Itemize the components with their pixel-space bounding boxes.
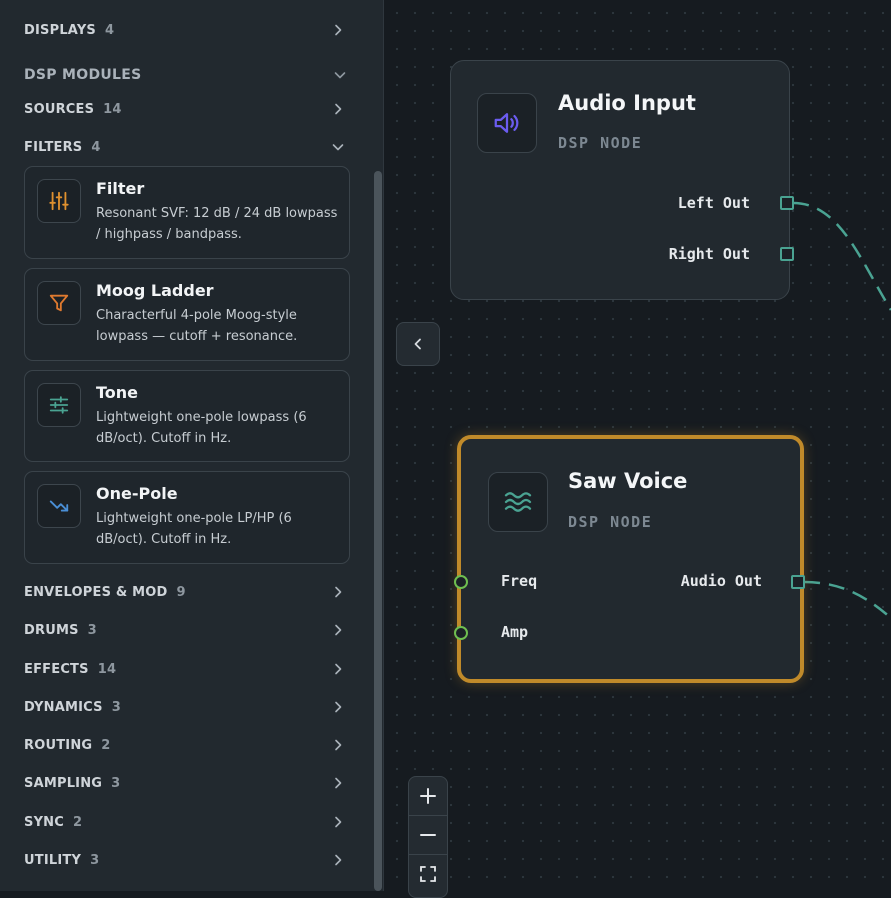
output-port-audio-out[interactable] [791,575,805,589]
category-filters[interactable]: FILTERS 4 [24,136,350,158]
category-count: 14 [103,101,122,117]
port-label-amp: Amp [501,623,529,641]
category-count: 3 [90,852,100,868]
node-subtitle: DSP NODE [568,513,653,531]
node-subtitle: DSP NODE [558,134,643,152]
category-sync[interactable]: SYNC 2 [24,811,350,833]
module-card-tone[interactable]: Tone Lightweight one-pole lowpass (6 dB/… [24,370,350,462]
zoom-in-button[interactable] [409,777,447,815]
category-count: 4 [91,139,101,155]
node-saw-voice[interactable]: Saw Voice DSP NODE Freq Amp Audio Out [457,435,804,683]
category-label: SOURCES [24,101,95,117]
module-card-moog-ladder[interactable]: Moog Ladder Characterful 4-pole Moog-sty… [24,268,350,361]
category-label: DYNAMICS [24,699,103,715]
module-description: Lightweight one-pole LP/HP (6 dB/oct). C… [96,511,292,547]
category-effects[interactable]: EFFECTS 14 [24,658,350,680]
chevron-down-icon [332,144,344,151]
sliders-vertical-icon [37,179,81,223]
port-label-left-out: Left Out [677,194,750,212]
category-dynamics[interactable]: DYNAMICS 3 [24,696,350,718]
category-utility[interactable]: UTILITY 3 [24,849,350,871]
chevron-right-icon [335,663,342,675]
category-label: ROUTING [24,737,93,753]
module-description: Lightweight one-pole lowpass (6 dB/oct).… [96,410,307,446]
zoom-controls [408,776,448,898]
port-label-right-out: Right Out [668,245,750,263]
output-port-right-out[interactable] [780,247,794,261]
category-label: SYNC [24,814,64,830]
port-label-audio-out: Audio Out [680,572,762,590]
node-title: Audio Input [558,91,696,115]
minus-icon [420,834,436,836]
zoom-out-button[interactable] [409,816,447,854]
category-sampling[interactable]: SAMPLING 3 [24,772,350,794]
category-label: DRUMS [24,622,79,638]
sliders-horizontal-icon [37,383,81,427]
trending-down-icon [37,484,81,528]
module-title: Tone [96,383,139,402]
chevron-right-icon [335,777,342,789]
chevron-right-icon [335,701,342,713]
node-audio-input[interactable]: Audio Input DSP NODE Left Out Right Out [450,60,790,300]
category-label: SAMPLING [24,775,103,791]
chevron-right-icon [335,586,342,598]
waves-icon [488,472,548,532]
category-displays[interactable]: DISPLAYS 4 [24,19,350,41]
speaker-icon [477,93,537,153]
category-count: 9 [176,584,186,600]
module-title: Filter [96,179,145,198]
category-count: 2 [101,737,111,753]
category-routing[interactable]: ROUTING 2 [24,734,350,756]
category-envelopes-mod[interactable]: ENVELOPES & MOD 9 [24,581,350,603]
chevron-right-icon [335,24,342,36]
fit-view-icon [420,866,436,882]
category-label: ENVELOPES & MOD [24,584,168,600]
category-count: 4 [105,22,115,38]
chevron-left-icon [414,338,421,350]
section-label: DSP MODULES [24,67,142,83]
module-description: Characterful 4-pole Moog-style lowpass —… [96,308,298,344]
module-title: Moog Ladder [96,281,214,300]
plus-icon [420,788,436,804]
category-count: 3 [111,775,121,791]
category-count: 3 [87,622,97,638]
chevron-right-icon [335,854,342,866]
node-title: Saw Voice [568,469,688,493]
category-label: UTILITY [24,852,82,868]
output-port-left-out[interactable] [780,196,794,210]
category-sources[interactable]: SOURCES 14 [24,98,350,120]
chevron-right-icon [335,624,342,636]
chevron-down-icon [334,72,346,79]
input-port-freq[interactable] [454,575,468,589]
chevron-right-icon [335,103,342,115]
category-count: 14 [97,661,117,677]
module-description: Resonant SVF: 12 dB / 24 dB lowpass / hi… [96,206,338,242]
category-label: EFFECTS [24,661,89,677]
category-count: 2 [73,814,83,830]
module-title: One-Pole [96,484,178,503]
category-label: FILTERS [24,139,83,155]
module-sidebar: DISPLAYS 4 DSP MODULES SOURCES 14 FILTER… [0,0,384,891]
sidebar-scrollbar-thumb[interactable] [374,171,382,891]
collapse-sidebar-button[interactable] [396,322,440,366]
category-label: DISPLAYS [24,22,96,38]
module-card-filter[interactable]: Filter Resonant SVF: 12 dB / 24 dB lowpa… [24,166,350,259]
funnel-icon [37,281,81,325]
category-count: 3 [111,699,121,715]
fit-view-button[interactable] [409,855,447,893]
chevron-right-icon [335,816,342,828]
port-label-freq: Freq [501,572,538,590]
category-drums[interactable]: DRUMS 3 [24,619,350,641]
chevron-right-icon [335,739,342,751]
input-port-amp[interactable] [454,626,468,640]
module-card-one-pole[interactable]: One-Pole Lightweight one-pole LP/HP (6 d… [24,471,350,564]
section-dsp-modules[interactable]: DSP MODULES [24,64,350,86]
